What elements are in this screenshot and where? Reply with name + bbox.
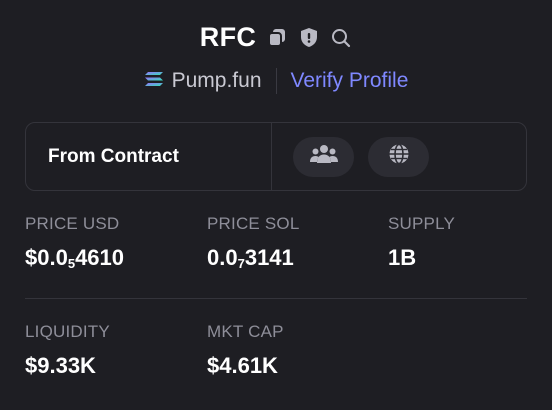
stat-label: PRICE SOL [207,214,300,233]
platform-link[interactable]: Pump.fun [144,69,276,93]
community-icon [309,143,339,170]
stat-label: PRICE USD [25,214,120,233]
stat-label: LIQUIDITY [25,322,110,341]
community-button[interactable] [293,136,354,177]
platform-name: Pump.fun [171,69,262,92]
stat-value: $9.33K [25,353,96,378]
website-button[interactable] [368,136,429,177]
stat-liquidity: LIQUIDITY $9.33K [25,322,110,379]
stat-price-sol: PRICE SOL 0.073141 [207,214,300,271]
token-header: RFC [0,22,552,53]
stat-value: 0.073141 [207,245,294,271]
stat-price-usd: PRICE USD $0.054610 [25,214,124,271]
shield-icon[interactable] [298,27,320,49]
stat-mkt-cap: MKT CAP $4.61K [207,322,284,379]
stats-divider [25,298,527,299]
solana-icon [144,71,164,92]
subscript-zero-count: 5 [67,256,76,271]
verify-profile-link[interactable]: Verify Profile [277,69,409,93]
stat-value: $4.61K [207,353,278,378]
stat-label: MKT CAP [207,322,284,341]
stat-label: SUPPLY [388,214,456,233]
contract-card: From Contract [25,122,527,191]
globe-icon [388,143,410,170]
token-name: RFC [199,22,257,52]
stat-value: 1B [388,245,417,270]
stat-value: $0.054610 [25,245,125,271]
subscript-zero-count: 7 [237,256,245,271]
token-info-panel: RFC Pump.fun Verify Profile From Contrac… [0,0,552,410]
platform-row: Pump.fun Verify Profile [0,68,552,94]
copy-icon[interactable] [266,27,288,49]
search-icon[interactable] [330,27,352,49]
contract-actions [272,123,429,190]
stat-supply: SUPPLY 1B [388,214,455,271]
contract-label: From Contract [26,123,272,190]
